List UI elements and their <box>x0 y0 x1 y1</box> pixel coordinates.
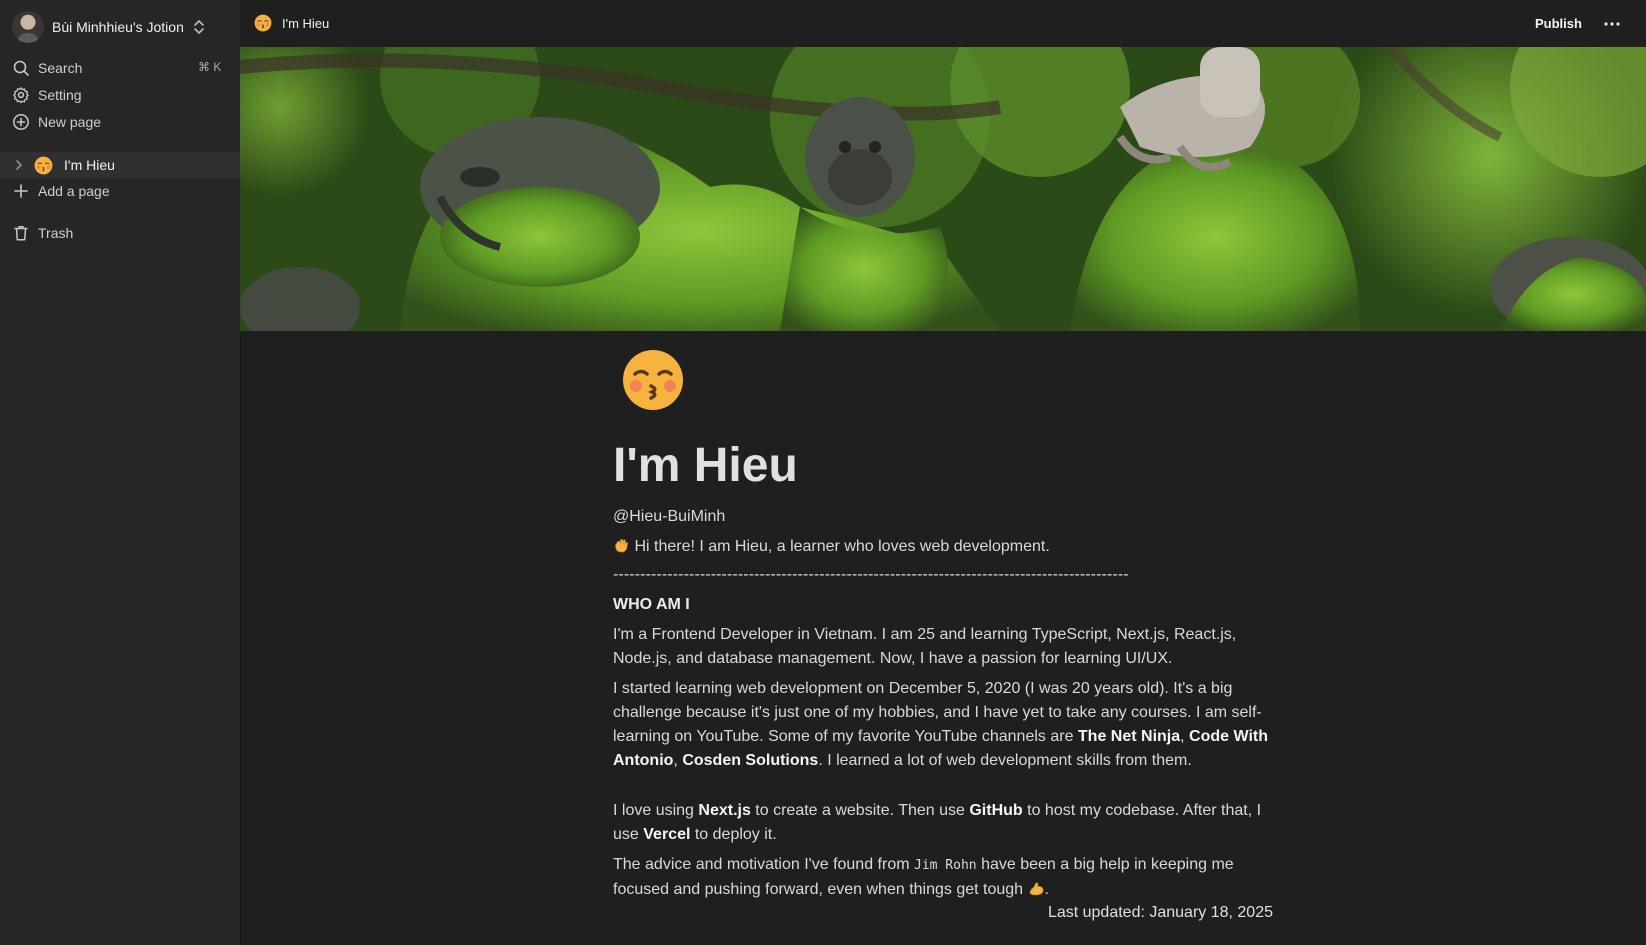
channel-net-ninja: The Net Ninja <box>1077 728 1181 745</box>
gear-icon <box>13 87 29 104</box>
cover-image <box>240 47 1646 331</box>
mentor-name-code: Jim Rohn <box>914 858 977 873</box>
paragraph-text: The advice and motivation I've found fro… <box>613 856 914 873</box>
sidebar-item-label: I'm Hieu <box>64 157 115 173</box>
page-title[interactable]: I'm Hieu <box>613 438 798 494</box>
sidebar-item-im-hieu[interactable]: I'm Hieu <box>0 152 240 178</box>
tool-github: GitHub <box>969 802 1023 819</box>
section-heading: WHO AM I <box>613 596 690 613</box>
separator: , <box>673 752 683 769</box>
tool-vercel: Vercel <box>643 826 691 843</box>
trash-button[interactable]: Trash <box>0 220 240 246</box>
paragraph-text: to create a website. Then use <box>750 802 970 819</box>
top-bar: I'm Hieu Publish <box>240 0 1646 47</box>
chevrons-up-down-icon <box>194 20 204 34</box>
flexed-biceps-icon <box>1029 882 1043 896</box>
settings-button[interactable]: Setting <box>0 82 240 108</box>
kissing-face-icon <box>254 14 272 32</box>
channel-cosden-solutions: Cosden Solutions <box>682 752 819 769</box>
search-label: Search <box>38 60 83 76</box>
paragraph-text: I love using <box>613 802 699 819</box>
workspace-name: Bùi Minhhieu's Jotion <box>52 19 184 35</box>
paragraph-text: . <box>1044 881 1049 898</box>
trash-icon <box>14 226 28 241</box>
new-page-button[interactable]: New page <box>0 109 240 135</box>
search-icon <box>13 60 29 76</box>
greeting-line: Hi there! I am Hieu, a learner who loves… <box>613 535 1278 559</box>
page-icon-kissing-face[interactable] <box>621 348 685 412</box>
last-updated-text: Last updated: January 18, 2025 <box>1047 904 1273 921</box>
paragraph-learning: I started learning web development on De… <box>613 677 1278 773</box>
add-page-button[interactable]: Add a page <box>0 178 240 204</box>
trash-label: Trash <box>38 225 74 241</box>
greeting-text: Hi there! I am Hieu, a learner who loves… <box>634 538 1050 555</box>
search-shortcut: ⌘ K <box>198 60 222 74</box>
divider: ----------------------------------------… <box>613 566 1129 583</box>
workspace-switcher[interactable]: Bùi Minhhieu's Jotion <box>12 10 232 44</box>
breadcrumb[interactable]: I'm Hieu <box>254 14 329 32</box>
paragraph-text: . I learned a lot of web development ski… <box>818 752 1192 769</box>
avatar <box>12 11 44 43</box>
chevron-right-icon[interactable] <box>14 159 24 171</box>
sidebar: Bùi Minhhieu's Jotion Search ⌘ K Setting… <box>0 0 241 945</box>
paragraph-tools: I love using Next.js to create a website… <box>613 799 1278 847</box>
breadcrumb-title: I'm Hieu <box>282 15 330 31</box>
separator: , <box>1180 728 1190 745</box>
tool-nextjs: Next.js <box>698 802 751 819</box>
search-button[interactable]: Search ⌘ K <box>0 55 240 81</box>
settings-label: Setting <box>38 87 82 103</box>
plus-icon <box>14 184 28 198</box>
handle-text: @Hieu-BuiMinh <box>613 508 726 525</box>
paragraph-motivation: The advice and motivation I've found fro… <box>613 853 1278 902</box>
more-options-icon[interactable] <box>1600 12 1624 36</box>
new-page-label: New page <box>38 114 102 130</box>
publish-button[interactable]: Publish <box>1527 11 1590 35</box>
kissing-face-icon <box>34 156 53 175</box>
paragraph-text: to deploy it. <box>690 826 777 843</box>
paragraph-intro: I'm a Frontend Developer in Vietnam. I a… <box>613 626 1237 667</box>
plus-circle-icon <box>13 114 29 130</box>
waving-hand-icon <box>615 539 628 553</box>
add-page-label: Add a page <box>38 183 110 199</box>
